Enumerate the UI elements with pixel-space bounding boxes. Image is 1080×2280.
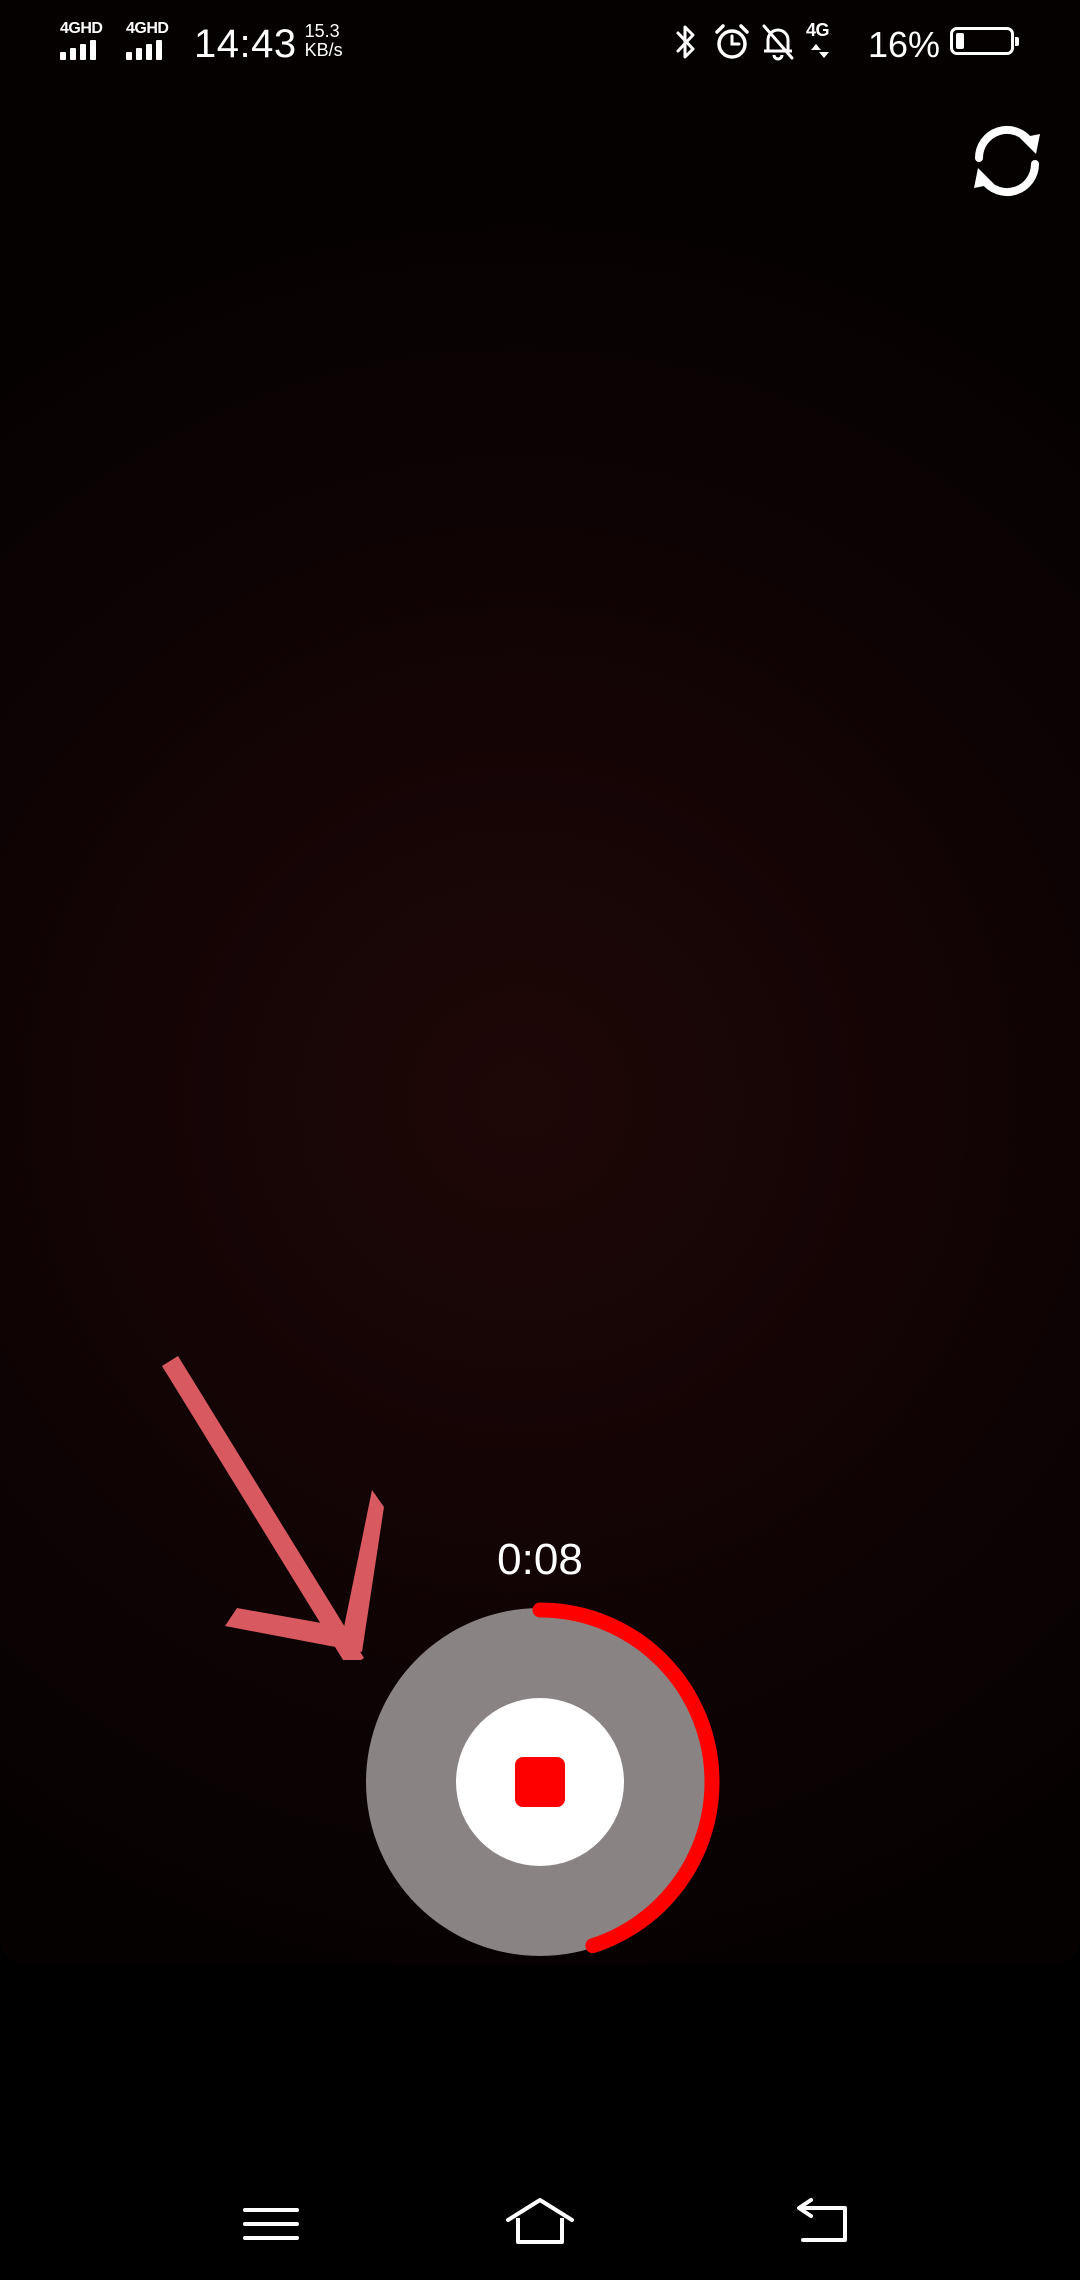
record-button[interactable] <box>358 1600 722 1964</box>
4g-data-icon: 4G <box>806 20 846 62</box>
sim1-label: 4GHD <box>60 20 103 37</box>
speed-value: 15.3 <box>304 21 340 41</box>
signal-bars-icon <box>126 40 162 60</box>
bluetooth-icon <box>676 25 695 59</box>
screen: 4GHD 4GHD 14:43 15.3 KB/s 4G 16% 0:08 <box>0 0 1080 2280</box>
clock: 14:43 <box>194 22 297 66</box>
status-right: 4G 16% <box>660 0 1080 84</box>
menu-icon[interactable] <box>231 2188 311 2258</box>
sim2-signal: 4GHD <box>124 18 182 62</box>
network-speed: 15.3 KB/s <box>305 22 343 60</box>
battery-fill <box>956 33 964 49</box>
battery-tip <box>1015 37 1019 46</box>
status-left: 4GHD 4GHD 14:43 15.3 KB/s <box>58 18 343 67</box>
navigation-bar <box>0 2160 1080 2280</box>
recording-timer: 0:08 <box>497 1535 583 1584</box>
data-label: 4G <box>806 20 830 40</box>
home-icon[interactable] <box>500 2188 580 2258</box>
battery-icon <box>950 27 1019 55</box>
camera-viewfinder[interactable]: 4GHD 4GHD 14:43 15.3 KB/s 4G 16% 0:08 <box>0 0 1080 1965</box>
stop-icon <box>515 1757 565 1807</box>
back-icon[interactable] <box>783 2188 863 2258</box>
sim2-label: 4GHD <box>126 20 169 37</box>
alarm-icon <box>715 24 749 59</box>
bell-off-icon <box>762 24 794 61</box>
speed-unit: KB/s <box>304 40 343 60</box>
signal-bars-icon <box>60 40 96 60</box>
stop-recording-button[interactable] <box>456 1698 624 1866</box>
switch-camera-icon[interactable] <box>962 116 1052 206</box>
data-arrows-icon <box>811 44 829 58</box>
battery-percent: 16% <box>868 24 941 65</box>
status-bar: 4GHD 4GHD 14:43 15.3 KB/s 4G 16% <box>0 0 1080 84</box>
sim1-signal: 4GHD <box>58 18 116 62</box>
